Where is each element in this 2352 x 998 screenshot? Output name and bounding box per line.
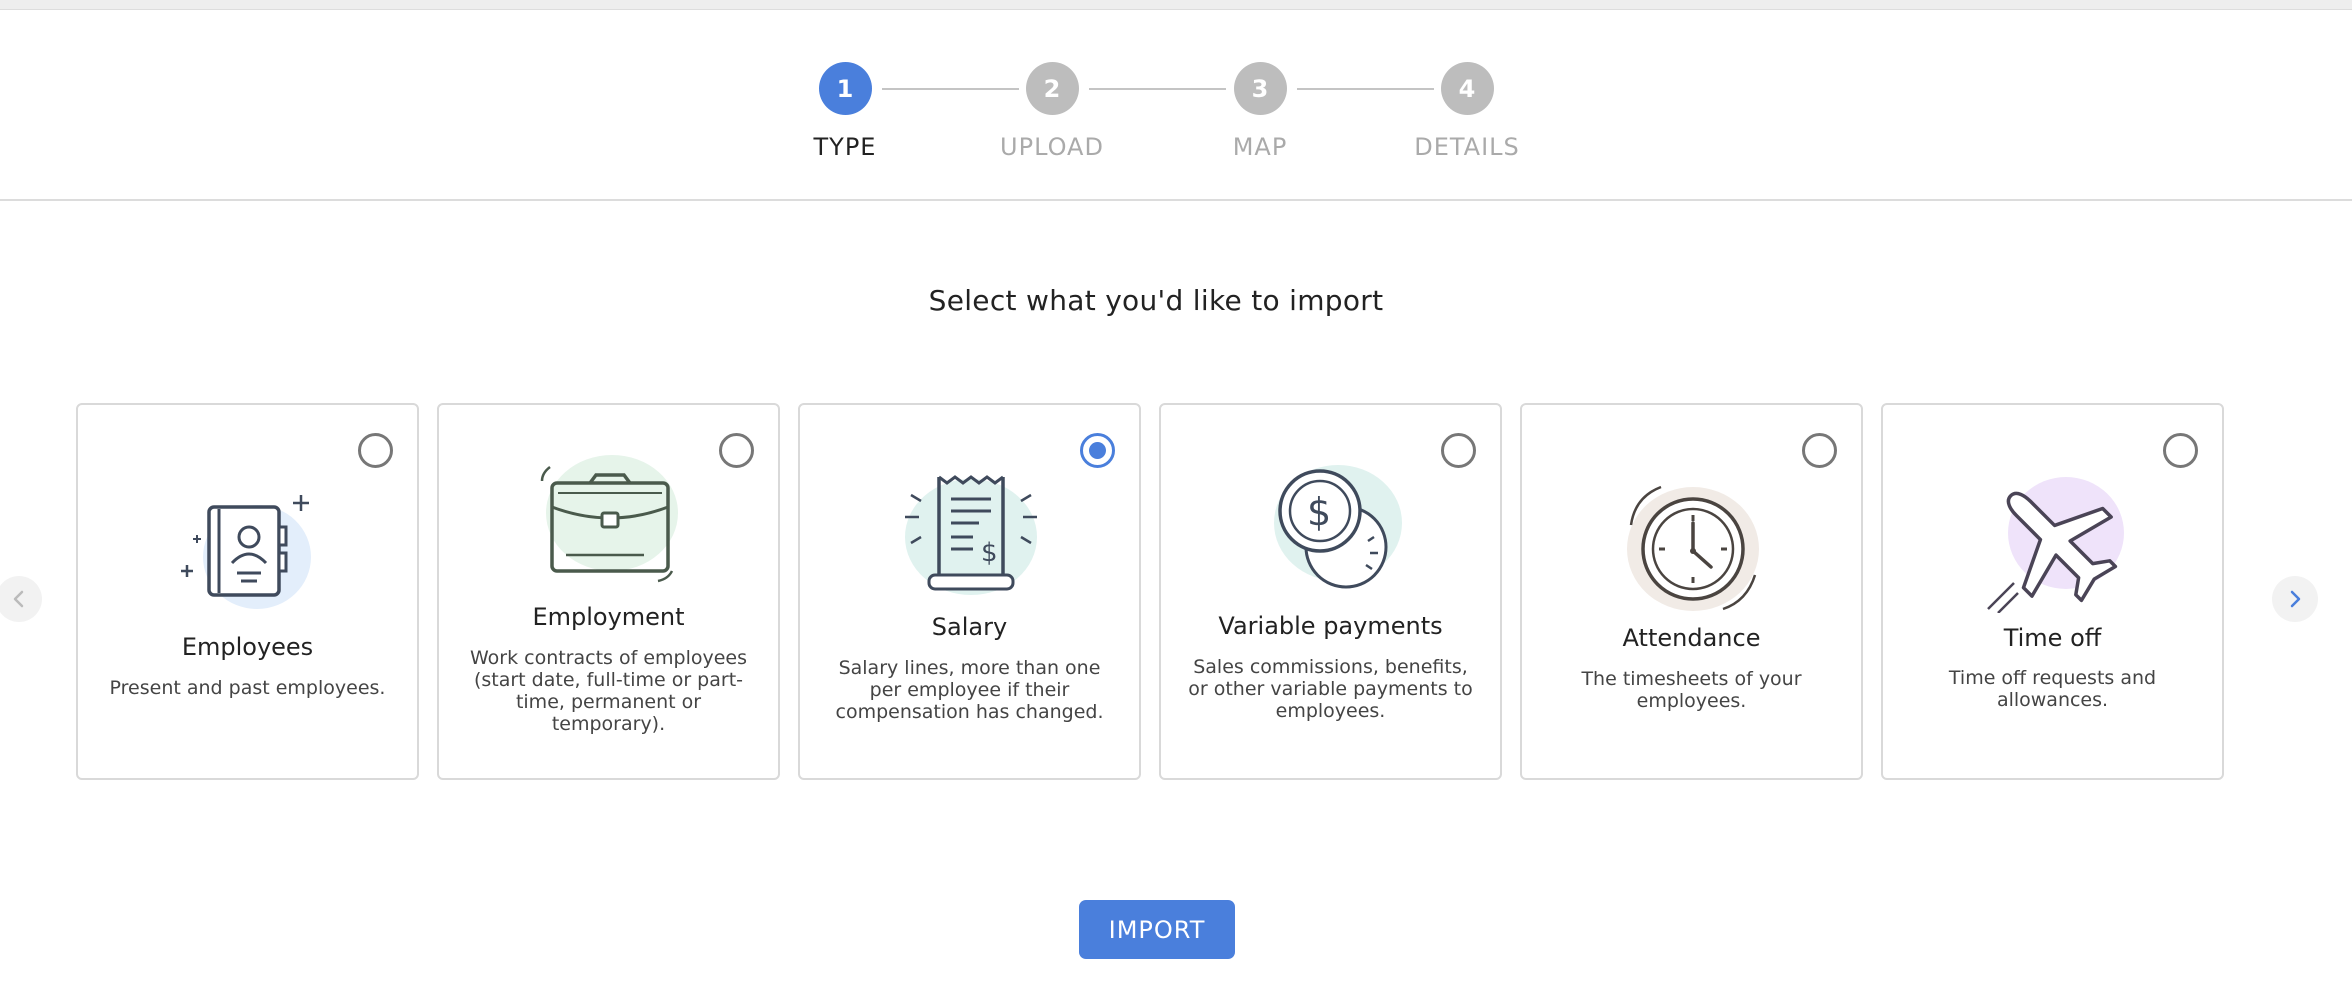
step-number: 4 — [1440, 62, 1494, 115]
step-label: DETAILS — [1414, 133, 1520, 161]
option-title: Time off — [2003, 624, 2102, 652]
option-description: Sales commissions, benefits, or other va… — [1188, 656, 1473, 722]
radio-button[interactable] — [719, 433, 754, 468]
step-type[interactable]: 1 TYPE — [765, 62, 925, 161]
step-map[interactable]: 3 MAP — [1180, 62, 1340, 161]
radio-button[interactable] — [358, 433, 393, 468]
step-number: 2 — [1025, 62, 1079, 115]
carousel-next-button[interactable] — [2272, 576, 2318, 622]
import-option-employees[interactable]: Employees Present and past employees. — [76, 403, 419, 780]
import-option-salary[interactable]: $ Salary Salary lines, more than one per… — [798, 403, 1141, 780]
carousel-prev-button[interactable] — [0, 576, 42, 622]
option-description: Salary lines, more than one per employee… — [835, 657, 1104, 723]
chevron-right-icon — [2290, 590, 2301, 608]
step-label: MAP — [1232, 133, 1288, 161]
address-book-icon — [181, 495, 311, 609]
radio-button[interactable] — [1080, 433, 1115, 468]
import-option-variable-payments[interactable]: $ Variable payments Sales commissions, b… — [1159, 403, 1502, 780]
radio-button[interactable] — [1802, 433, 1837, 468]
step-label: TYPE — [813, 133, 877, 161]
step-number: 1 — [818, 62, 872, 115]
import-option-time-off[interactable]: Time off Time off requests and allowance… — [1881, 403, 2224, 780]
import-stepper: 1 TYPE 2 UPLOAD 3 MAP 4 DETAILS — [0, 10, 2352, 201]
option-description: Work contracts of employees (start date,… — [469, 647, 748, 735]
chevron-left-icon — [13, 590, 24, 608]
import-option-employment[interactable]: Employment Work contracts of employees (… — [437, 403, 780, 780]
step-details[interactable]: 4 DETAILS — [1387, 62, 1547, 161]
option-description: Present and past employees. — [109, 677, 386, 699]
browser-top-strip — [0, 0, 2352, 10]
step-upload[interactable]: 2 UPLOAD — [972, 62, 1132, 161]
option-title: Salary — [931, 613, 1008, 641]
clock-icon — [1627, 485, 1759, 611]
option-title: Employment — [532, 603, 685, 631]
briefcase-icon — [540, 455, 678, 583]
option-title: Employees — [181, 633, 314, 661]
option-title: Attendance — [1622, 624, 1761, 652]
import-option-attendance[interactable]: Attendance The timesheets of your employ… — [1520, 403, 1863, 780]
page-title: Select what you'd like to import — [928, 284, 1384, 317]
svg-text:$: $ — [1307, 490, 1331, 534]
airplane-icon — [1987, 477, 2124, 613]
svg-text:$: $ — [981, 538, 998, 568]
receipt-icon: $ — [905, 475, 1037, 595]
option-title: Variable payments — [1218, 612, 1443, 640]
step-label: UPLOAD — [1000, 133, 1104, 161]
import-button[interactable]: IMPORT — [1079, 900, 1235, 959]
option-description: The timesheets of your employees. — [1581, 668, 1802, 712]
step-number: 3 — [1233, 62, 1287, 115]
radio-button[interactable] — [1441, 433, 1476, 468]
radio-button[interactable] — [2163, 433, 2198, 468]
option-description: Time off requests and allowances. — [1948, 667, 2157, 711]
coins-icon: $ — [1274, 465, 1402, 589]
